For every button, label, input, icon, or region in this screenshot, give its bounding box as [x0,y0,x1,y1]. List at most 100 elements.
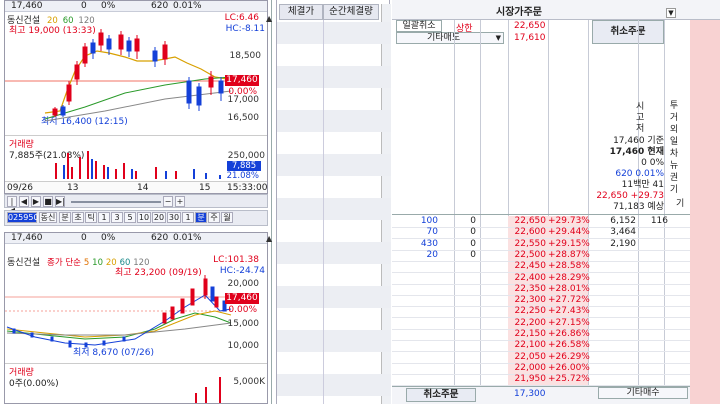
buy-price: 17,300 [514,389,546,399]
intraday-candles [5,29,233,122]
ask-qty: 70 [426,227,438,238]
chart1-quote-bar: 17,460 0 0% 620 0.01% [5,1,267,12]
period-minute-active[interactable]: 분 [195,212,207,223]
info-open-label: 시 [636,102,645,112]
chart-nav-strip[interactable]: |◀ ◀ ▶ ■ ▶| − + [4,194,268,215]
row-price: 22,600 [514,227,547,238]
period-1b[interactable]: 1 [182,212,194,223]
info-expect: 71,183 예상 [613,202,664,212]
period-10[interactable]: 10 [137,212,151,223]
period-sec[interactable]: 초 [72,212,84,223]
row-change: +29.73% [548,216,590,226]
side-tab[interactable]: 기 [676,196,684,209]
scroll-up-icon[interactable]: ▲ [266,234,272,243]
ma5-label: 5 [83,258,90,268]
other-sell-select[interactable]: 기타매도 ▼ [396,32,504,44]
period-week[interactable]: 주 [208,212,220,223]
next-icon[interactable]: ▶ [31,196,41,207]
side-tab[interactable]: 일 [668,136,680,148]
prev-icon[interactable]: ◀ [19,196,29,207]
info-current: 17,460 현재 [609,147,664,157]
period-min[interactable]: 분 [59,212,71,223]
row-change: +28.87% [548,249,590,260]
side-tab[interactable]: 권 [668,172,680,184]
period-5[interactable]: 5 [124,212,136,223]
scroll-up-icon[interactable]: ▲ [266,14,272,23]
volume-axis-label: 5,000K [233,377,265,387]
current-price-box: 17,460 [225,75,259,86]
x-label: 14 [137,183,149,193]
quote-change: 0 [81,233,87,243]
other-buy-select[interactable]: 기타매수 [598,387,688,399]
axis-label: 17,000 [227,95,260,105]
zoom-in-icon[interactable]: + [175,196,185,207]
volume-bars [55,151,221,179]
intraday-chart-window[interactable]: 17,460 0 0% 620 0.01% 동신건설 20 60 120 LC:… [4,0,268,194]
row-change: +27.43% [548,306,590,317]
sell-price: 17,610 [514,33,546,43]
row-change: +25.72% [548,374,590,385]
row-change: +28.29% [548,272,590,283]
info-vertical-labels: 시 고 저 [636,102,644,135]
period-month[interactable]: 월 [221,212,233,223]
dropdown-icon[interactable]: ▼ [666,8,676,18]
row-change: +26.29% [548,351,590,362]
bottom-cancel-order-button[interactable]: 취소주문 [406,388,476,402]
stock-name[interactable]: 동신 [39,212,57,223]
right-pink-bar [690,20,720,404]
row-price: 22,550 [514,238,547,249]
quote-volume: 620 [151,1,169,11]
row-price: 22,300 [514,295,547,306]
row-change: +26.58% [548,340,590,351]
last-icon[interactable]: ▶| [55,196,65,207]
row-change: +26.00% [548,362,590,373]
side-tab[interactable]: 차 [668,148,680,160]
row-price: 22,500 [514,249,547,260]
row-price: 22,400 [514,272,547,283]
quote-pct: 0% [101,1,116,11]
row-price: 22,000 [514,362,547,373]
bid-qty: 3,464 [610,227,636,238]
side-tab[interactable]: 투 [668,100,680,112]
side-tab[interactable]: 뉴 [668,160,680,172]
row-price: 22,250 [514,306,547,317]
x-label: 09/26 [7,183,33,193]
chart-panel: 17,460 0 0% 620 0.01% 동신건설 20 60 120 LC:… [0,0,272,404]
side-tab[interactable]: 외 [668,124,680,136]
info-volume: 620 0.01% [615,169,664,179]
period-3[interactable]: 3 [111,212,123,223]
info-side-tabs[interactable]: 투 거 외 일 차 뉴 권 기 [668,100,680,196]
period-1[interactable]: 1 [98,212,110,223]
row-price: 21,950 [514,374,547,385]
ask-count: 0 [470,216,476,226]
row-change: +28.01% [548,283,590,294]
daily-chart-window[interactable]: 17,460 0 0% 620 0.01% 동신건설 종가 단순 5 10 20… [4,232,268,404]
period-tick[interactable]: 틱 [85,212,97,223]
info-base: 17,460 기준 [613,136,664,146]
axis-label: 20,000 [227,279,260,289]
ask-qty: 100 [420,216,438,226]
first-icon[interactable]: |◀ [7,196,17,215]
chart-title: 동신건설 [7,258,41,268]
stock-code-input[interactable]: 025950 [7,212,39,223]
period-toolbar[interactable]: 025950 동신 분 초 틱 1 3 5 10 20 30 1 분 주 월 [4,210,268,226]
side-tab[interactable]: 거 [668,112,680,124]
ma10-label: 10 [92,258,103,268]
cancel-order-button[interactable]: 취소주문 [592,20,664,44]
cancel-all-button[interactable]: 일괄취소 [396,20,442,32]
scroll-track[interactable] [71,201,161,203]
period-30[interactable]: 30 [167,212,181,223]
x-label: 15 [199,183,211,193]
market-order-title: 시장가주문 [496,7,542,18]
row-change: +27.15% [548,317,590,328]
row-change: +29.44% [548,227,590,238]
x-label: 15:33:00 [227,183,268,193]
side-tab[interactable]: 기 [668,184,680,196]
axis-label: 16,500 [227,113,260,123]
stop-icon[interactable]: ■ [43,196,53,207]
zoom-out-icon[interactable]: − [163,196,173,207]
quote-volume: 620 [151,233,169,243]
row-change: +28.58% [548,261,590,272]
period-20[interactable]: 20 [152,212,166,223]
other-sell-label: 기타매도 [427,33,461,43]
